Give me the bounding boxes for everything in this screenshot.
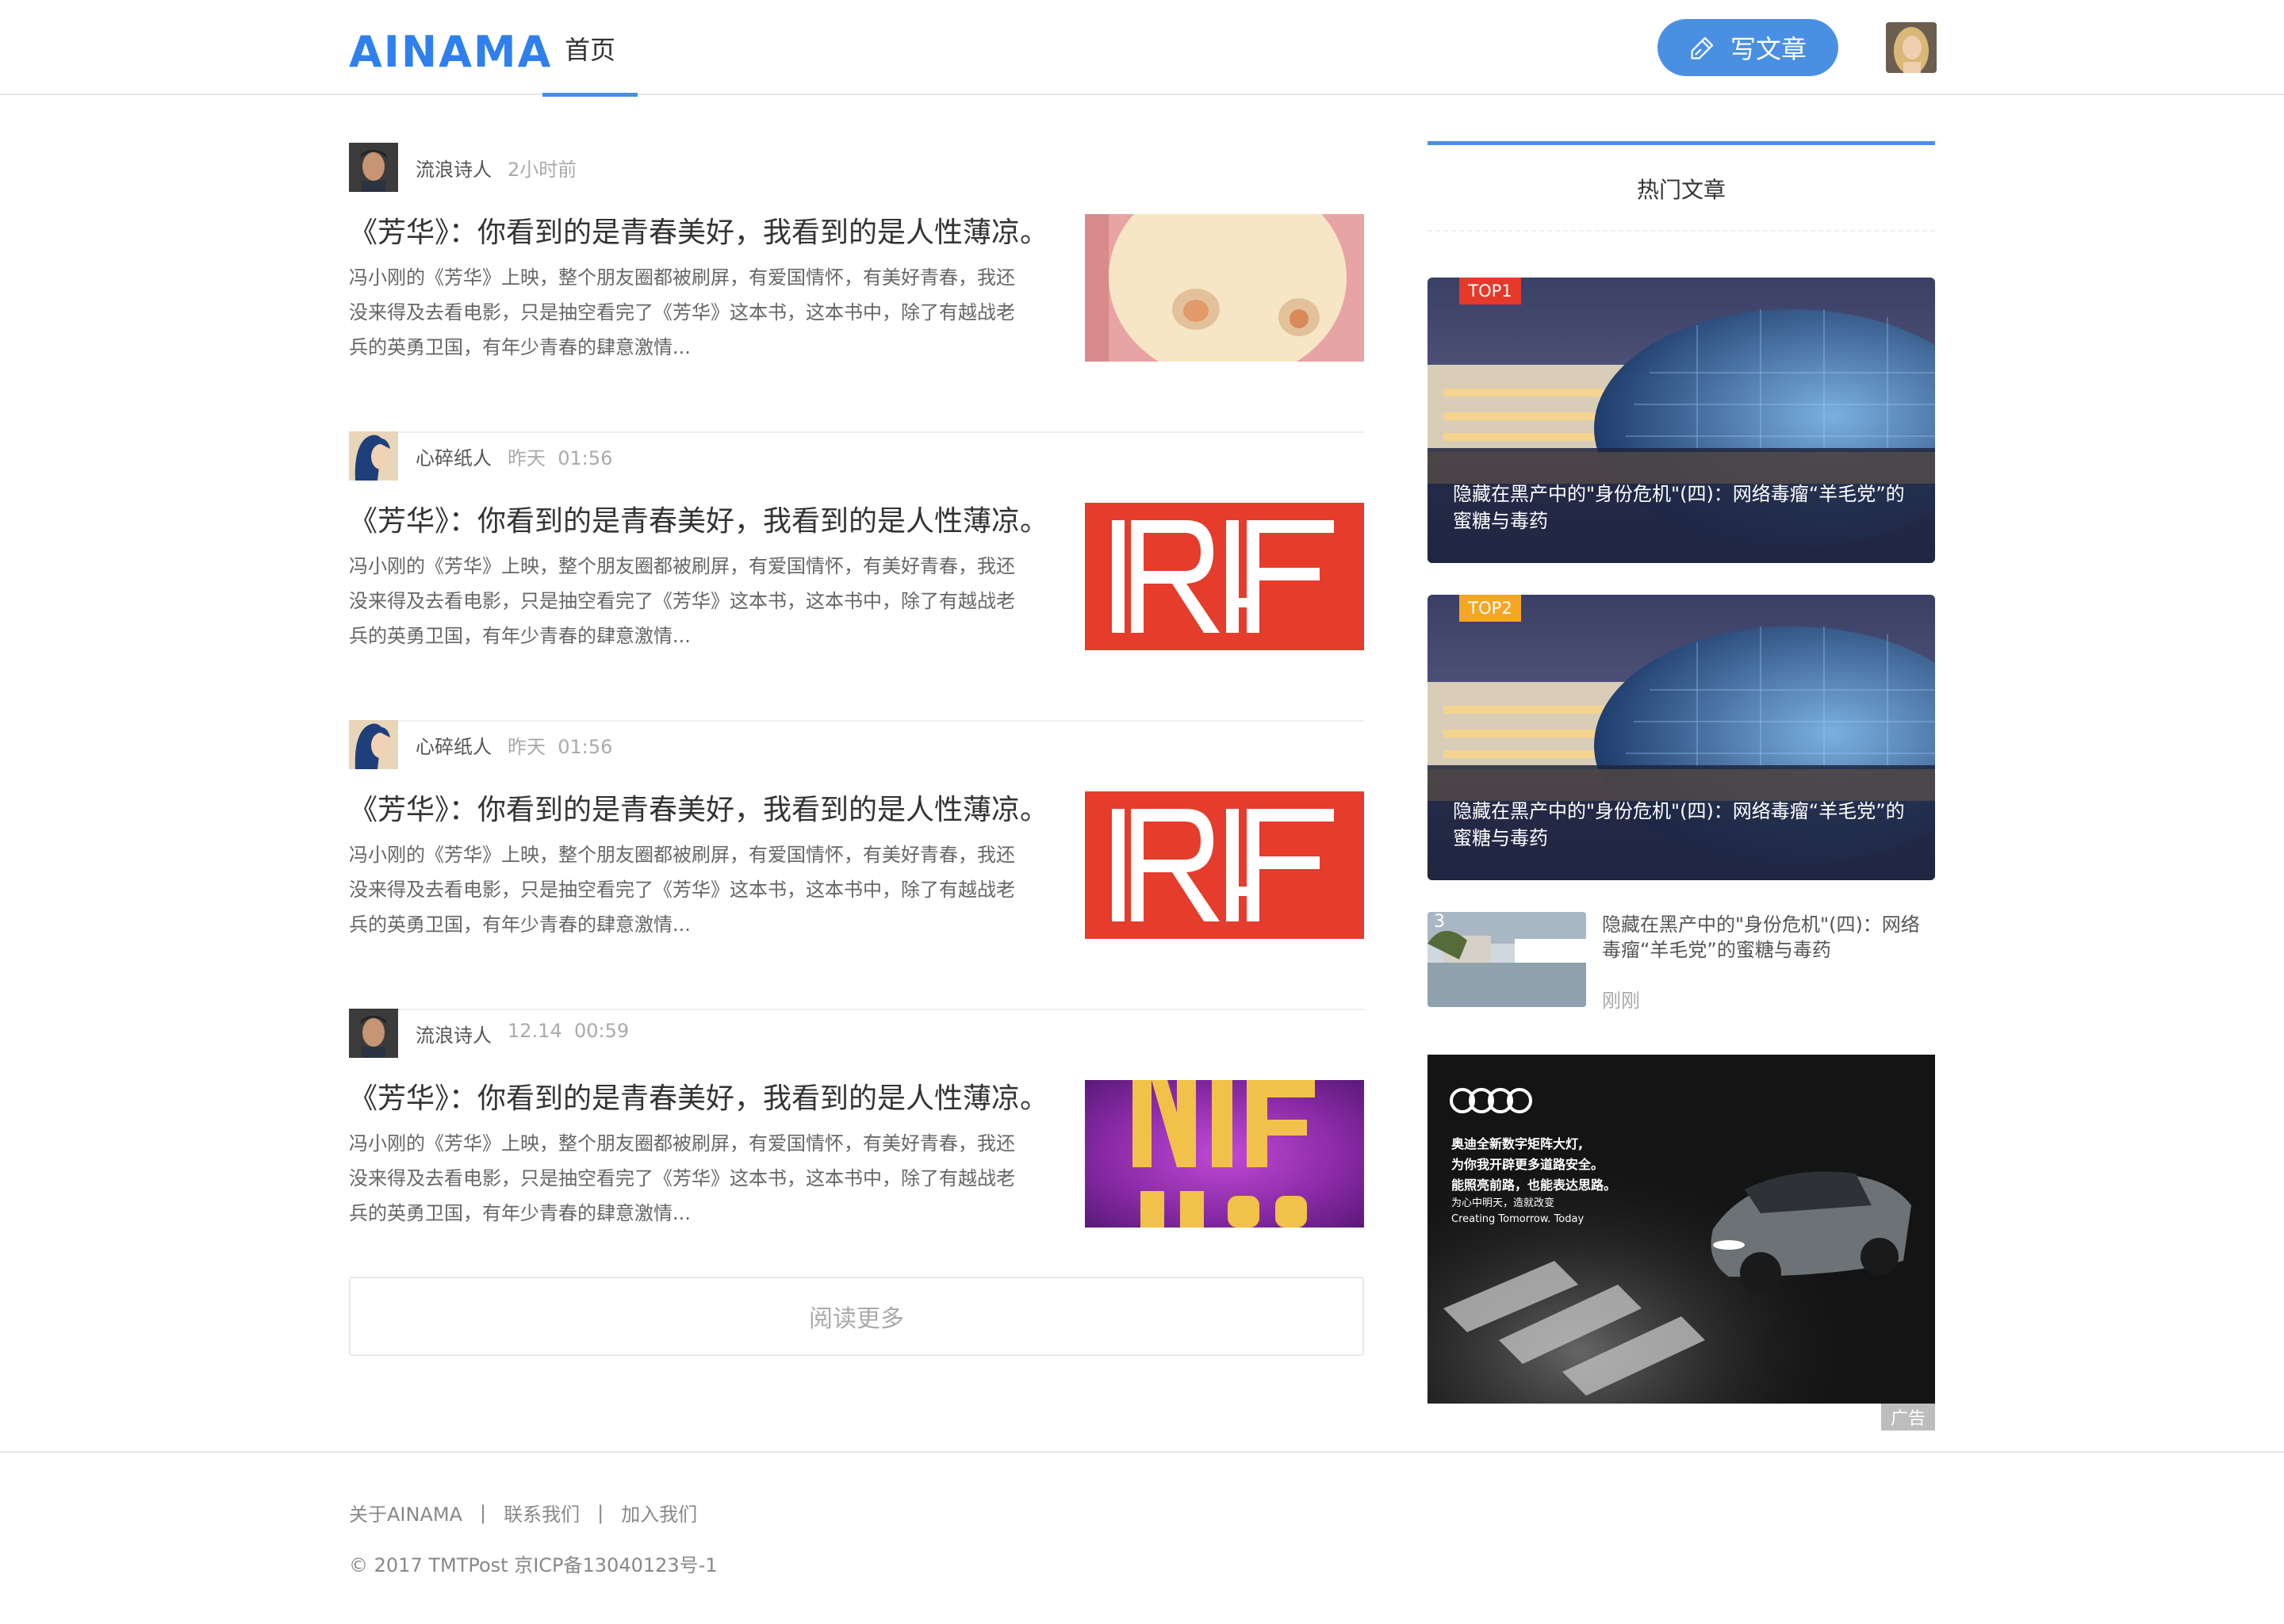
hot-article-title[interactable]: 隐藏在黑产中的"身份危机"(四)：网络毒瘤“羊毛党”的蜜糖与毒药 — [1453, 798, 1913, 852]
pen-icon — [1691, 36, 1714, 59]
author-avatar[interactable] — [349, 143, 398, 192]
post-time: 昨天 01:56 — [508, 447, 613, 469]
article-summary: 冯小刚的《芳华》上映，整个朋友圈都被刷屏，有爱国情怀，有美好青春，我还没来得及去… — [349, 844, 1015, 936]
copyright: © 2017 TMTPost 京ICP备13040123号-1 — [349, 1554, 718, 1576]
article-item[interactable]: 心碎纸人 昨天 01:56 《芳华》：你看到的是青春美好，我看到的是人性薄凉。 … — [349, 720, 1364, 1010]
write-article-button[interactable]: 写文章 — [1657, 19, 1838, 76]
article-summary: 冯小刚的《芳华》上映，整个朋友圈都被刷屏，有爱国情怀，有美好青春，我还没来得及去… — [349, 555, 1015, 647]
article-thumbnail[interactable] — [1085, 1080, 1364, 1228]
post-time: 昨天 01:56 — [508, 736, 613, 758]
hot-article-thumbnail[interactable]: 3 — [1428, 912, 1586, 1007]
article-title[interactable]: 《芳华》：你看到的是青春美好，我看到的是人性薄凉。 — [349, 209, 1079, 251]
hot-article-title[interactable]: 隐藏在黑产中的"身份危机"(四)：网络毒瘤“羊毛党”的蜜糖与毒药 — [1453, 481, 1913, 534]
footer-separator: | — [597, 1501, 604, 1524]
article-title[interactable]: 《芳华》：你看到的是青春美好，我看到的是人性薄凉。 — [349, 1075, 1079, 1116]
footer-link-contact[interactable]: 联系我们 — [504, 1499, 580, 1526]
author-name[interactable]: 流浪诗人 — [416, 154, 492, 182]
ad-copy: 奥迪全新数字矩阵大灯, 为你我开辟更多道路安全。 能照亮前路，也能表达思路。 为… — [1451, 1134, 1689, 1228]
top-badge: TOP1 — [1459, 278, 1521, 304]
ad-line: Creating Tomorrow. Today — [1451, 1213, 1585, 1225]
author-name[interactable]: 流浪诗人 — [416, 1020, 492, 1048]
article-item[interactable]: 流浪诗人 2小时前 《芳华》：你看到的是青春美好，我看到的是人性薄凉。 冯小刚的… — [349, 143, 1364, 433]
author-avatar[interactable] — [349, 1009, 398, 1058]
top-navbar: AINAMA 首页 写文章 — [0, 0, 2284, 97]
load-more-button[interactable]: 阅读更多 — [349, 1277, 1364, 1356]
author-avatar[interactable] — [349, 720, 398, 769]
ad-line: 奥迪全新数字矩阵大灯, — [1451, 1136, 1584, 1151]
article-item[interactable]: 心碎纸人 昨天 01:56 《芳华》：你看到的是青春美好，我看到的是人性薄凉。 … — [349, 431, 1364, 722]
page: AINAMA 首页 写文章 流浪诗人 2小时前 《芳华》：你看到的是青春美好，我… — [0, 0, 2284, 1624]
sidebar-accent-line — [1428, 141, 1935, 145]
hot-article-title[interactable]: 隐藏在黑产中的"身份危机"(四)：网络毒瘤“羊毛党”的蜜糖与毒药 — [1602, 912, 1935, 963]
author-name[interactable]: 心碎纸人 — [416, 442, 492, 470]
article-summary: 冯小刚的《芳华》上映，整个朋友圈都被刷屏，有爱国情怀，有美好青春，我还没来得及去… — [349, 266, 1015, 358]
footer-links: 关于AINAMA | 联系我们 | 加入我们 — [349, 1499, 697, 1526]
footer-link-join[interactable]: 加入我们 — [621, 1499, 697, 1526]
write-article-label: 写文章 — [1730, 34, 1807, 64]
user-avatar[interactable] — [1886, 22, 1937, 73]
hot-article-time: 刚刚 — [1602, 990, 1640, 1012]
author-avatar[interactable] — [349, 431, 398, 481]
author-name[interactable]: 心碎纸人 — [416, 731, 492, 759]
post-time: 2小时前 — [508, 159, 577, 181]
ad-line: 能照亮前路，也能表达思路。 — [1451, 1178, 1617, 1193]
nav-tab-home-label: 首页 — [564, 35, 615, 65]
site-logo[interactable]: AINAMA — [349, 27, 552, 77]
hot-article-list-item[interactable]: 3 隐藏在黑产中的"身份危机"(四)：网络毒瘤“羊毛党”的蜜糖与毒药 刚刚 — [1428, 912, 1935, 1012]
article-title[interactable]: 《芳华》：你看到的是青春美好，我看到的是人性薄凉。 — [349, 498, 1079, 539]
rank-number: 3 — [1434, 912, 1445, 932]
hot-article-card[interactable]: TOP2 隐藏在黑产中的"身份危机"(四)：网络毒瘤“羊毛党”的蜜糖与毒药 — [1428, 595, 1935, 880]
footer-separator: | — [480, 1501, 487, 1524]
ad-line: 为心中明天，造就改变 — [1451, 1197, 1555, 1209]
article-thumbnail[interactable] — [1085, 214, 1364, 362]
article-summary: 冯小刚的《芳华》上映，整个朋友圈都被刷屏，有爱国情怀，有美好青春，我还没来得及去… — [349, 1132, 1015, 1224]
ad-line: 为你我开辟更多道路安全。 — [1451, 1157, 1604, 1172]
ad-label: 广告 — [1881, 1404, 1935, 1431]
nav-active-indicator — [542, 93, 638, 97]
post-time: 12.14 00:59 — [508, 1020, 630, 1042]
article-item[interactable]: 流浪诗人 12.14 00:59 《芳华》：你看到的是青春美好，我看到的是人性薄… — [349, 1009, 1364, 1247]
article-thumbnail[interactable] — [1085, 503, 1364, 650]
top-badge: TOP2 — [1459, 595, 1521, 622]
footer: 关于AINAMA | 联系我们 | 加入我们 © 2017 TMTPost 京I… — [0, 1451, 2284, 1624]
hot-article-card[interactable]: TOP1 隐藏在黑产中的"身份危机"(四)：网络毒瘤“羊毛党”的蜜糖与毒药 — [1428, 278, 1935, 563]
footer-link-about[interactable]: 关于AINAMA — [349, 1499, 462, 1526]
nav-tab-home[interactable]: 首页 — [542, 0, 638, 97]
hot-articles-divider — [1428, 230, 1935, 232]
article-thumbnail[interactable] — [1085, 791, 1364, 939]
advertisement-banner[interactable]: 奥迪全新数字矩阵大灯, 为你我开辟更多道路安全。 能照亮前路，也能表达思路。 为… — [1428, 1055, 1935, 1404]
article-title[interactable]: 《芳华》：你看到的是青春美好，我看到的是人性薄凉。 — [349, 787, 1079, 828]
hot-articles-heading: 热门文章 — [1636, 177, 1726, 203]
